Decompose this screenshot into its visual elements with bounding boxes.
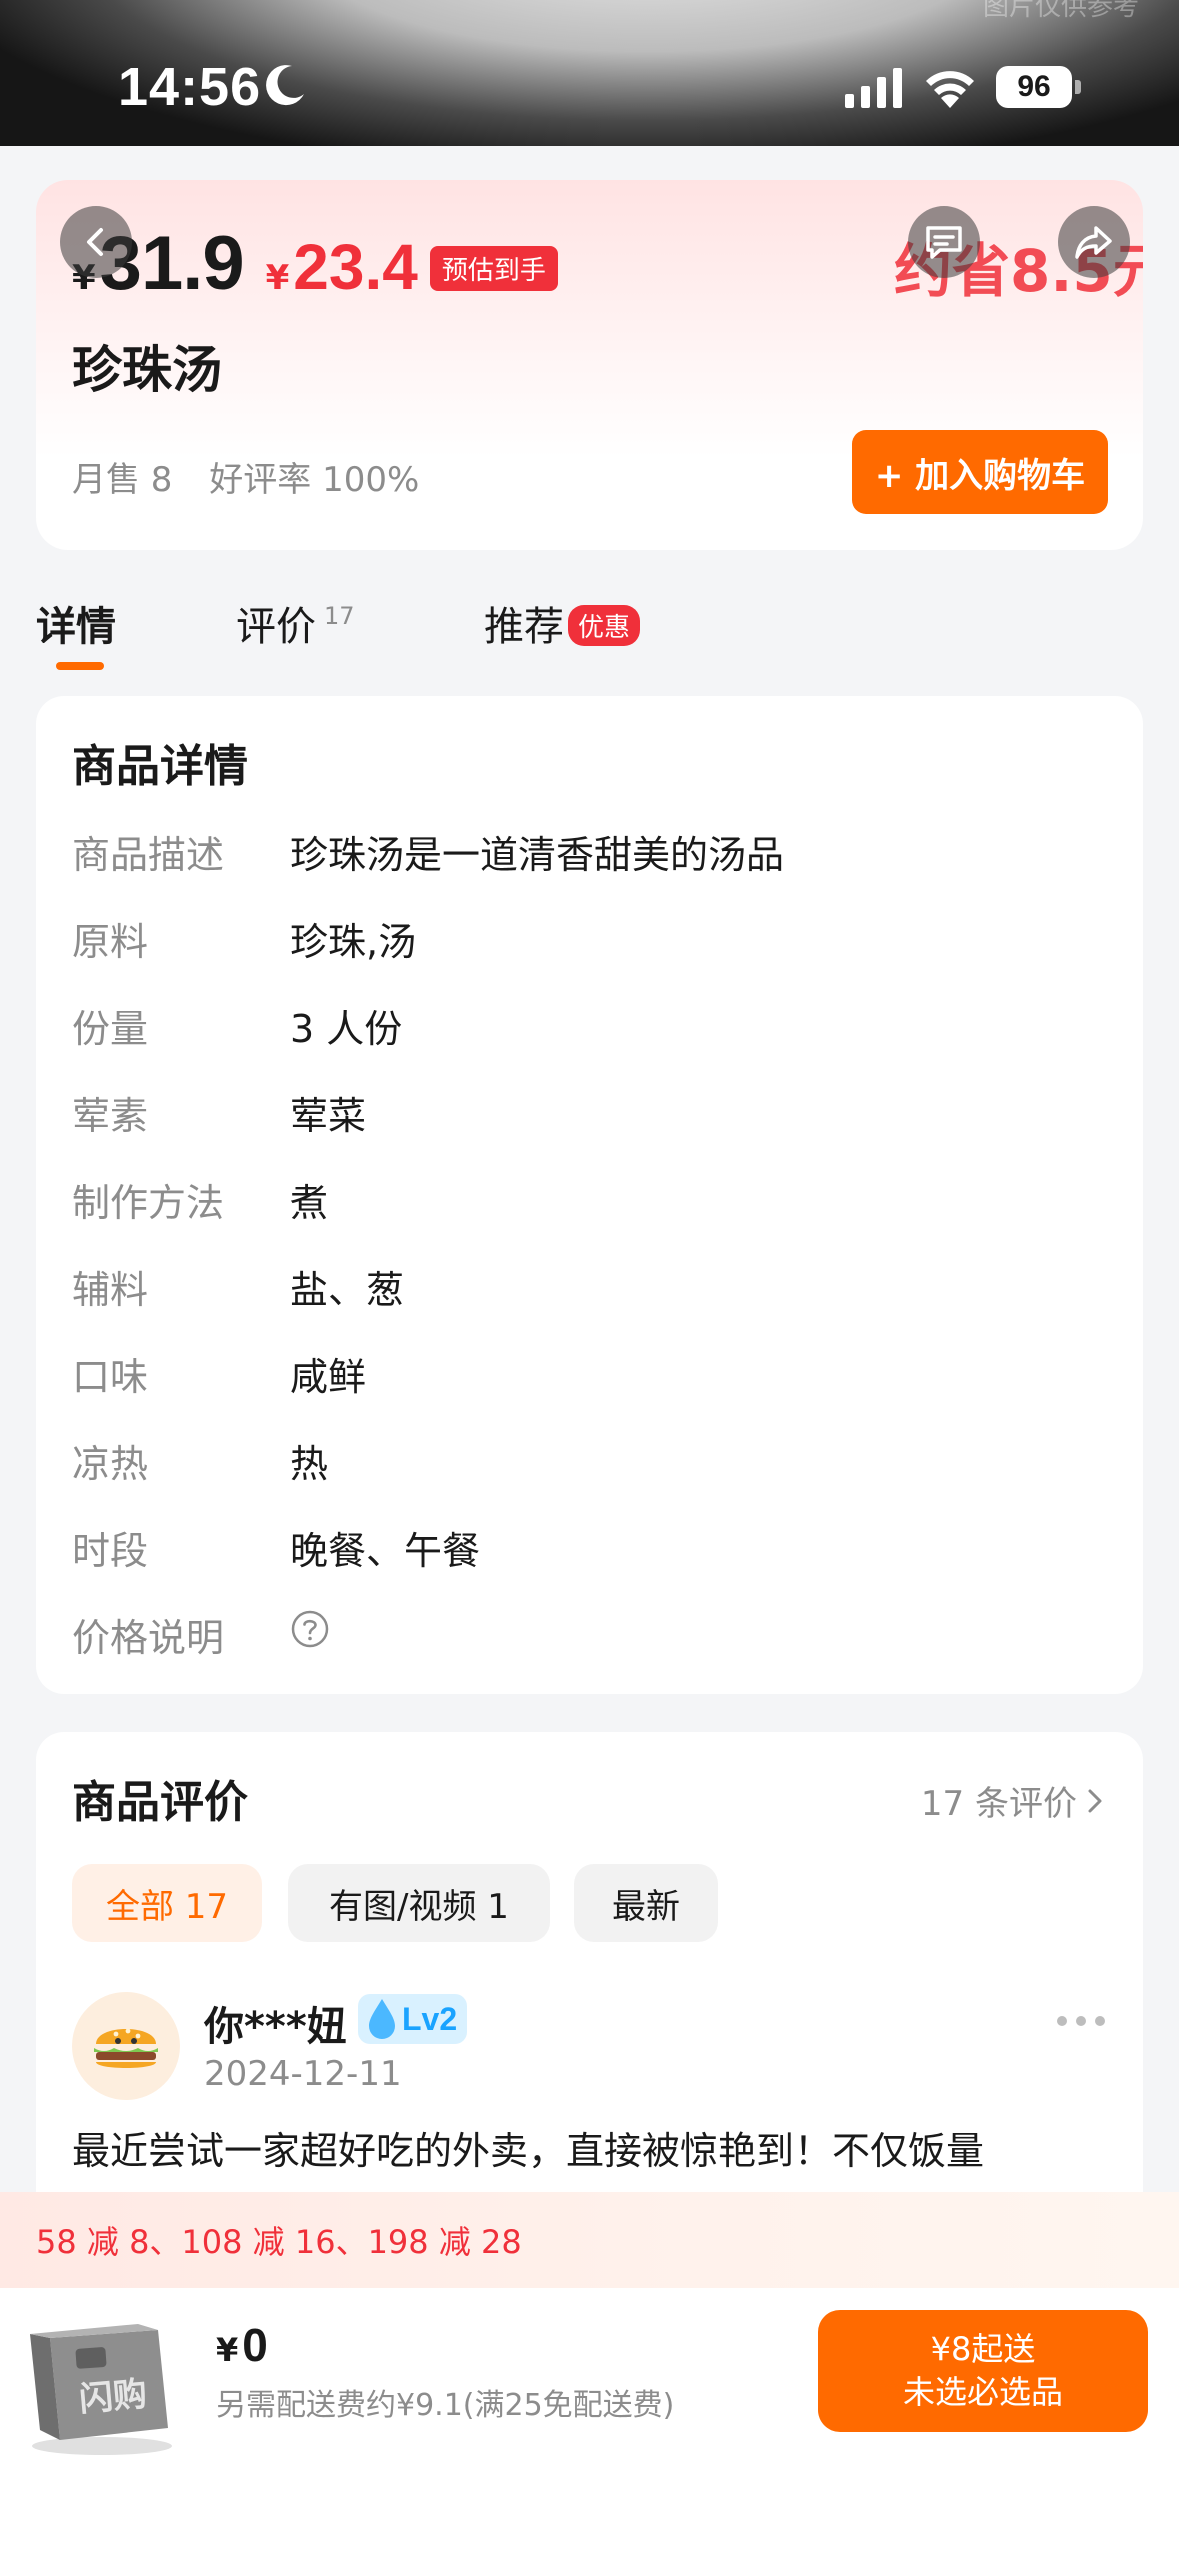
- level-text: Lv2: [402, 2000, 458, 2037]
- tab-reviews[interactable]: 评价 17: [236, 594, 355, 652]
- promo-strip[interactable]: 58 减 8、108 减 16、198 减 28: [0, 2192, 1179, 2288]
- add-to-cart-button[interactable]: + 加入购物车: [852, 430, 1108, 514]
- battery-icon: 96: [996, 66, 1072, 108]
- wifi-icon: [926, 71, 974, 108]
- all-reviews-link[interactable]: 17 条评价: [921, 1776, 1107, 1825]
- detail-label: 辅料: [72, 1268, 149, 1312]
- detail-value: 咸鲜: [290, 1355, 367, 1399]
- moon-icon: [266, 65, 304, 106]
- detail-row-method: 制作方法 煮: [72, 1172, 328, 1227]
- detail-row-ingredients: 原料 珍珠,汤: [72, 911, 416, 966]
- review-date: 2024-12-11: [204, 2054, 402, 2094]
- product-details-card: 商品详情 商品描述 珍珠汤是一道清香甜美的汤品 原料 珍珠,汤 份量 3 人份 …: [36, 696, 1143, 1694]
- detail-label: 时段: [72, 1529, 149, 1573]
- tab-bar: 详情 评价 17 推荐 优惠: [36, 594, 1136, 684]
- delivery-fee-note: 另需配送费约¥9.1(满25免配送费): [216, 2388, 675, 2423]
- sales-info: 月售 8 好评率 100%: [72, 452, 419, 501]
- detail-row-flavor: 口味 咸鲜: [72, 1346, 366, 1401]
- box-label: 闪购: [77, 2374, 148, 2420]
- level-badge: Lv2: [358, 1994, 468, 2044]
- detail-row-timeslot: 时段 晚餐、午餐: [72, 1520, 480, 1575]
- tab-review-count: 17: [324, 602, 355, 630]
- product-summary-card: ¥ 31.9 ¥ 23.4 预估到手 约省8.5元 珍珠汤 月售 8 好评率 1…: [36, 180, 1143, 550]
- product-name: 珍珠汤: [72, 341, 222, 399]
- detail-value: 盐、葱: [290, 1268, 405, 1312]
- detail-value: 3 人份: [290, 1007, 403, 1051]
- delivery-box-icon[interactable]: 闪购: [20, 2308, 180, 2458]
- review-text[interactable]: 最近尝试一家超好吃的外卖，直接被惊艳到！不仅饭量: [72, 2120, 984, 2175]
- details-title: 商品详情: [72, 741, 248, 792]
- detail-label: 制作方法: [72, 1181, 225, 1225]
- status-time: 14:56: [118, 57, 262, 117]
- detail-value: 晚餐、午餐: [290, 1529, 481, 1573]
- estimated-price-currency: ¥: [265, 258, 290, 298]
- detail-row-temperature: 凉热 热: [72, 1433, 328, 1488]
- filter-latest[interactable]: 最新: [574, 1864, 718, 1942]
- more-options-icon[interactable]: [1055, 2014, 1107, 2028]
- discount-badge: 优惠: [568, 605, 641, 646]
- signal-icon: [845, 68, 902, 108]
- detail-label: 口味: [72, 1355, 149, 1399]
- filter-media[interactable]: 有图/视频 1: [288, 1864, 550, 1942]
- tab-label: 详情: [36, 604, 116, 650]
- reviewer-name: 你***妞: [204, 2004, 347, 2050]
- burger-icon: [94, 2028, 158, 2068]
- battery-level: 96: [1017, 70, 1051, 103]
- tab-label: 推荐: [484, 604, 564, 650]
- image-watermark: 图片仅供参考: [982, 0, 1139, 22]
- detail-label: 商品描述: [72, 833, 225, 877]
- required-item-text: 未选必选品: [902, 2373, 1063, 2411]
- help-icon[interactable]: [290, 1609, 330, 1649]
- detail-value: 煮: [290, 1181, 329, 1225]
- detail-row-meat-veg: 荤素 荤菜: [72, 1085, 366, 1140]
- detail-label: 价格说明: [72, 1616, 225, 1660]
- detail-label: 原料: [72, 920, 149, 964]
- tab-recommend[interactable]: 推荐 优惠: [484, 594, 641, 652]
- rating: 好评率 100%: [209, 460, 420, 500]
- avatar[interactable]: [72, 1992, 180, 2100]
- tab-details[interactable]: 详情: [36, 594, 116, 652]
- detail-row-seasoning: 辅料 盐、葱: [72, 1259, 404, 1314]
- detail-value: 荤菜: [290, 1094, 367, 1138]
- estimated-price: 23.4: [293, 231, 418, 303]
- reviews-card: 商品评价 17 条评价 全部 17 有图/视频 1 最新 你***妞 Lv2 2…: [36, 1732, 1143, 2192]
- share-icon: [1075, 226, 1112, 259]
- detail-label: 荤素: [72, 1094, 149, 1138]
- cart-total: ¥ 0: [216, 2318, 268, 2372]
- battery-nub: [1075, 80, 1081, 94]
- detail-value: 珍珠汤是一道清香甜美的汤品: [290, 833, 785, 877]
- back-button[interactable]: [60, 206, 132, 278]
- promo-text: 58 减 8、108 减 16、198 减 28: [36, 2223, 522, 2261]
- back-icon: [87, 228, 103, 256]
- message-icon: [926, 226, 962, 259]
- active-tab-indicator: [56, 662, 104, 670]
- cart-amount: 0: [242, 2319, 268, 2371]
- detail-label: 份量: [72, 1007, 149, 1051]
- checkout-button[interactable]: ¥8起送 未选必选品: [818, 2310, 1148, 2432]
- estimated-price-badge: 预估到手: [429, 246, 558, 291]
- cart-currency: ¥: [216, 2331, 239, 2369]
- tab-label: 评价: [236, 604, 316, 650]
- detail-row-portion: 份量 3 人份: [72, 998, 402, 1053]
- filter-all[interactable]: 全部 17: [72, 1864, 262, 1942]
- cart-bar: 闪购 ¥ 0 另需配送费约¥9.1(满25免配送费) ¥8起送 未选必选品: [0, 2288, 1179, 2556]
- min-order-text: ¥8起送: [930, 2329, 1036, 2368]
- share-button[interactable]: [1058, 206, 1130, 278]
- detail-value: 热: [290, 1442, 329, 1486]
- review-count-text: 17 条评价: [920, 1784, 1077, 1824]
- chevron-right-icon: [1088, 1789, 1102, 1812]
- detail-row-price-note[interactable]: 价格说明: [72, 1607, 330, 1662]
- reviews-title: 商品评价: [72, 1777, 248, 1828]
- product-photo-header: 图片仅供参考 14:56 96: [0, 0, 1179, 146]
- monthly-sales: 月售 8: [72, 460, 173, 500]
- detail-row-description: 商品描述 珍珠汤是一道清香甜美的汤品: [72, 824, 784, 879]
- price-row: ¥ 31.9 ¥ 23.4 预估到手: [72, 220, 558, 307]
- water-drop-icon: [369, 1999, 395, 2039]
- detail-label: 凉热: [72, 1442, 149, 1486]
- message-button[interactable]: [908, 206, 980, 278]
- detail-value: 珍珠,汤: [290, 920, 417, 964]
